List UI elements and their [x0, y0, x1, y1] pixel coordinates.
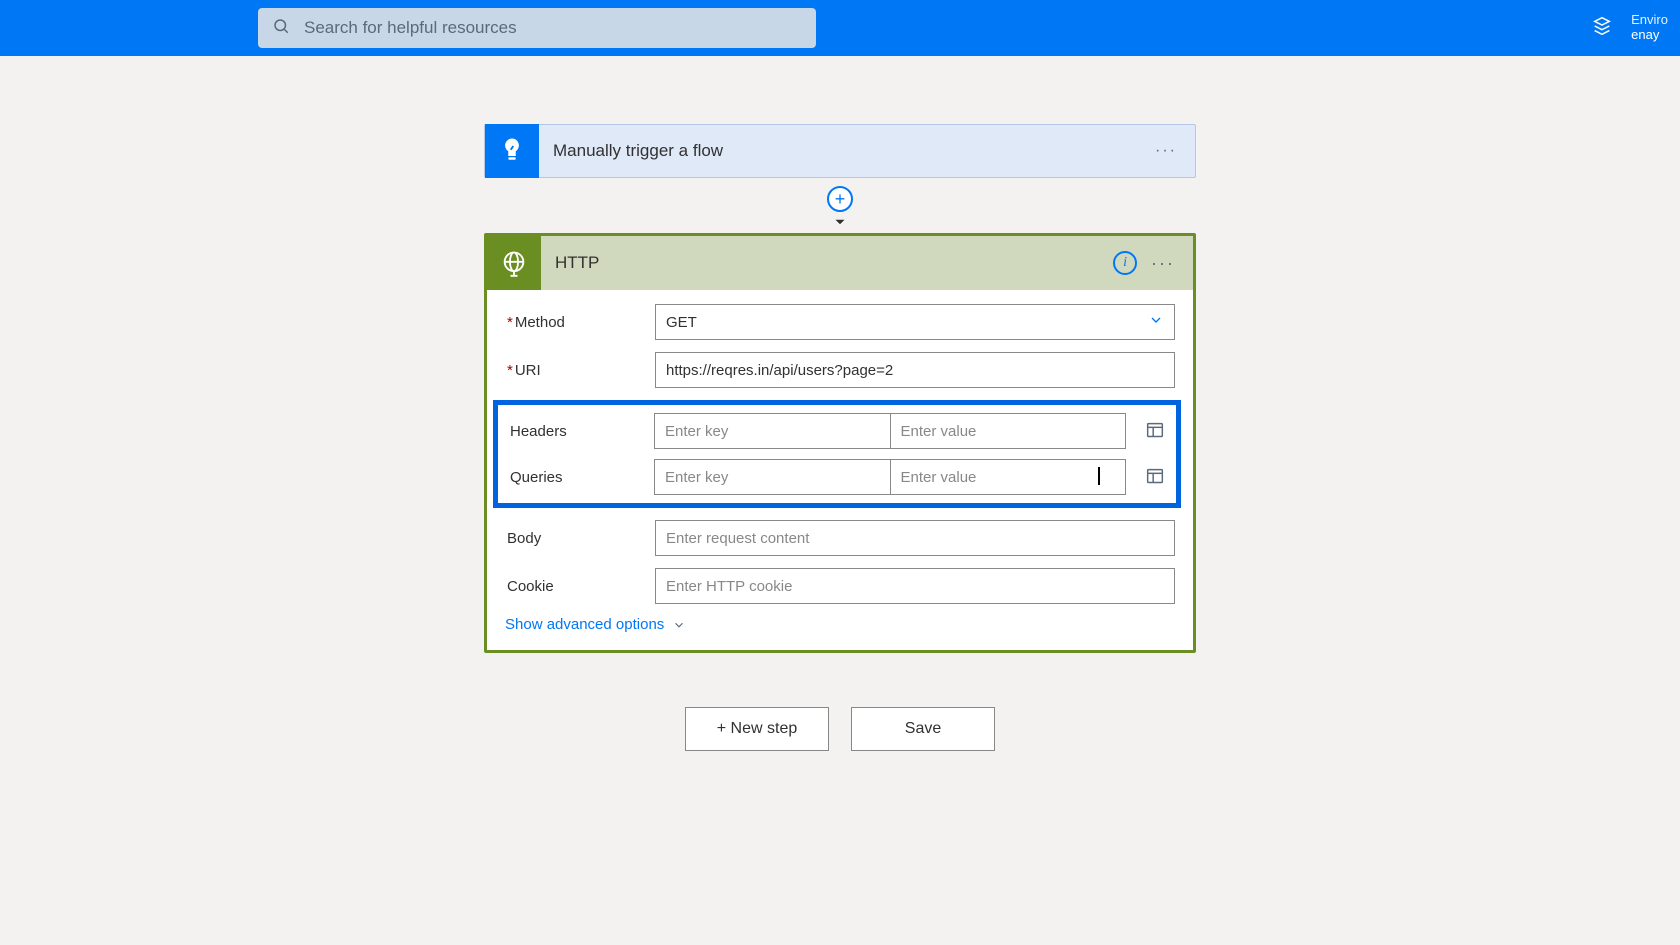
env-name: enay — [1631, 28, 1668, 43]
cookie-label: Cookie — [505, 578, 655, 595]
uri-label: *URI — [505, 362, 655, 379]
http-action-card: HTTP i ··· *Method GET *URI — [484, 233, 1196, 653]
trigger-title: Manually trigger a flow — [553, 141, 1137, 161]
global-search[interactable] — [258, 8, 816, 48]
http-icon — [487, 236, 541, 290]
headers-switch-mode-icon[interactable] — [1140, 416, 1170, 446]
body-label: Body — [505, 530, 655, 547]
uri-row: *URI — [505, 352, 1175, 388]
body-row: Body — [505, 520, 1175, 556]
headers-row: Headers — [510, 413, 1170, 449]
action-more-icon[interactable]: ··· — [1151, 253, 1175, 274]
headers-queries-highlight: Headers Queries — [493, 400, 1181, 508]
flow-canvas: Manually trigger a flow ··· + HTTP i ···… — [0, 56, 1680, 751]
method-select[interactable]: GET — [655, 304, 1175, 340]
chevron-down-icon — [672, 618, 686, 632]
method-row: *Method GET — [505, 304, 1175, 340]
environment-icon — [1591, 15, 1613, 42]
text-cursor — [1098, 467, 1100, 485]
step-connector: + — [827, 178, 853, 233]
headers-value-input[interactable] — [891, 413, 1127, 449]
info-icon[interactable]: i — [1113, 251, 1137, 275]
trigger-icon — [485, 124, 539, 178]
queries-key-input[interactable] — [654, 459, 891, 495]
uri-input[interactable] — [655, 352, 1175, 388]
method-label: *Method — [505, 314, 655, 331]
body-input[interactable] — [655, 520, 1175, 556]
queries-switch-mode-icon[interactable] — [1140, 462, 1170, 492]
show-advanced-toggle[interactable]: Show advanced options — [505, 616, 686, 633]
trigger-card[interactable]: Manually trigger a flow ··· — [484, 124, 1196, 178]
env-label: Enviro — [1631, 13, 1668, 28]
cookie-input[interactable] — [655, 568, 1175, 604]
environment-block: Enviro enay — [1631, 13, 1668, 43]
headers-key-input[interactable] — [654, 413, 891, 449]
bottom-buttons: + New step Save — [685, 707, 995, 751]
search-icon — [272, 17, 290, 40]
add-step-button[interactable]: + — [827, 186, 853, 212]
account-area[interactable]: Enviro enay — [1591, 0, 1668, 56]
action-title: HTTP — [555, 253, 1095, 273]
queries-value-input[interactable] — [891, 459, 1127, 495]
trigger-more-icon[interactable]: ··· — [1137, 142, 1195, 160]
save-button[interactable]: Save — [851, 707, 995, 751]
queries-label: Queries — [510, 469, 654, 486]
chevron-down-icon — [1148, 312, 1164, 332]
headers-label: Headers — [510, 423, 654, 440]
arrow-down-icon — [831, 212, 849, 233]
action-header[interactable]: HTTP i ··· — [487, 236, 1193, 290]
queries-row: Queries — [510, 459, 1170, 495]
search-input[interactable] — [304, 18, 802, 38]
new-step-button[interactable]: + New step — [685, 707, 829, 751]
cookie-row: Cookie — [505, 568, 1175, 604]
topbar: Enviro enay — [0, 0, 1680, 56]
action-body: *Method GET *URI Headers — [487, 290, 1193, 650]
method-value: GET — [666, 314, 697, 331]
advanced-label: Show advanced options — [505, 616, 664, 633]
